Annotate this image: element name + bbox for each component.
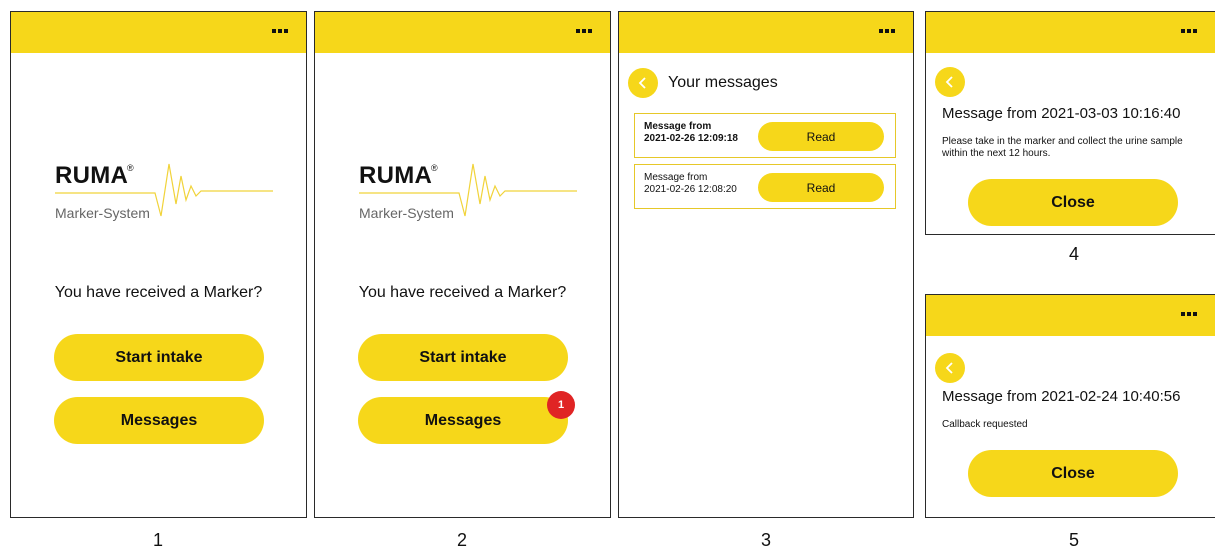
waveform-icon <box>55 163 273 217</box>
message-title: Message from 2021-03-03 10:16:40 <box>942 105 1181 122</box>
top-bar <box>619 12 913 53</box>
message-timestamp: 2021-02-26 12:08:20 <box>644 184 737 195</box>
message-list-item[interactable]: Message from 2021-02-26 12:09:18 Read <box>634 113 896 158</box>
screen-caption-2: 2 <box>456 530 467 550</box>
marker-question: You have received a Marker? <box>54 284 263 301</box>
top-bar <box>315 12 610 53</box>
message-heading: Message from 2021-02-26 12:09:18 <box>644 121 738 145</box>
read-button[interactable]: Read <box>758 173 884 202</box>
back-button[interactable] <box>935 67 965 97</box>
message-heading: Message from 2021-02-26 12:08:20 <box>644 172 737 196</box>
screen-message-detail: Message from 2021-03-03 10:16:40 Please … <box>925 11 1215 235</box>
message-body: Please take in the marker and collect th… <box>942 136 1183 159</box>
back-button[interactable] <box>628 68 658 98</box>
ruma-logo: RUMA ® Marker-System <box>359 162 577 232</box>
more-dots-icon[interactable] <box>1181 312 1197 316</box>
chevron-left-icon <box>945 362 953 374</box>
screen-inbox: Your messages Message from 2021-02-26 12… <box>618 11 914 518</box>
top-bar <box>11 12 306 53</box>
messages-button[interactable]: Messages <box>54 397 264 444</box>
marker-question: You have received a Marker? <box>358 284 567 301</box>
more-dots-icon[interactable] <box>1181 29 1197 33</box>
screen-caption-1: 1 <box>152 530 163 550</box>
message-from-label: Message from <box>644 121 712 132</box>
more-dots-icon[interactable] <box>879 29 895 33</box>
message-body: Callback requested <box>942 419 1028 430</box>
waveform-icon <box>359 163 577 217</box>
more-dots-icon[interactable] <box>272 29 288 33</box>
messages-button[interactable]: Messages <box>358 397 568 444</box>
chevron-left-icon <box>638 77 646 89</box>
screen-home: RUMA ® Marker-System You have received a… <box>10 11 307 518</box>
close-button[interactable]: Close <box>968 179 1178 226</box>
start-intake-button[interactable]: Start intake <box>54 334 264 381</box>
top-bar <box>926 12 1215 53</box>
message-timestamp: 2021-02-26 12:09:18 <box>644 133 738 144</box>
back-button[interactable] <box>935 353 965 383</box>
message-from-label: Message from <box>644 172 708 183</box>
screen-caption-3: 3 <box>760 530 771 550</box>
close-button[interactable]: Close <box>968 450 1178 497</box>
screen-message-detail: Message from 2021-02-24 10:40:56 Callbac… <box>925 294 1215 518</box>
top-bar <box>926 295 1215 336</box>
message-list-item[interactable]: Message from 2021-02-26 12:08:20 Read <box>634 164 896 209</box>
chevron-left-icon <box>945 76 953 88</box>
ruma-logo: RUMA ® Marker-System <box>55 162 273 232</box>
screen-caption-5: 5 <box>1068 530 1079 550</box>
start-intake-button[interactable]: Start intake <box>358 334 568 381</box>
inbox-title: Your messages <box>668 74 778 91</box>
read-button[interactable]: Read <box>758 122 884 151</box>
message-title: Message from 2021-02-24 10:40:56 <box>942 388 1181 405</box>
unread-count-badge: 1 <box>547 391 575 419</box>
screen-home-with-badge: RUMA ® Marker-System You have received a… <box>314 11 611 518</box>
more-dots-icon[interactable] <box>576 29 592 33</box>
screen-caption-4: 4 <box>1068 244 1079 264</box>
